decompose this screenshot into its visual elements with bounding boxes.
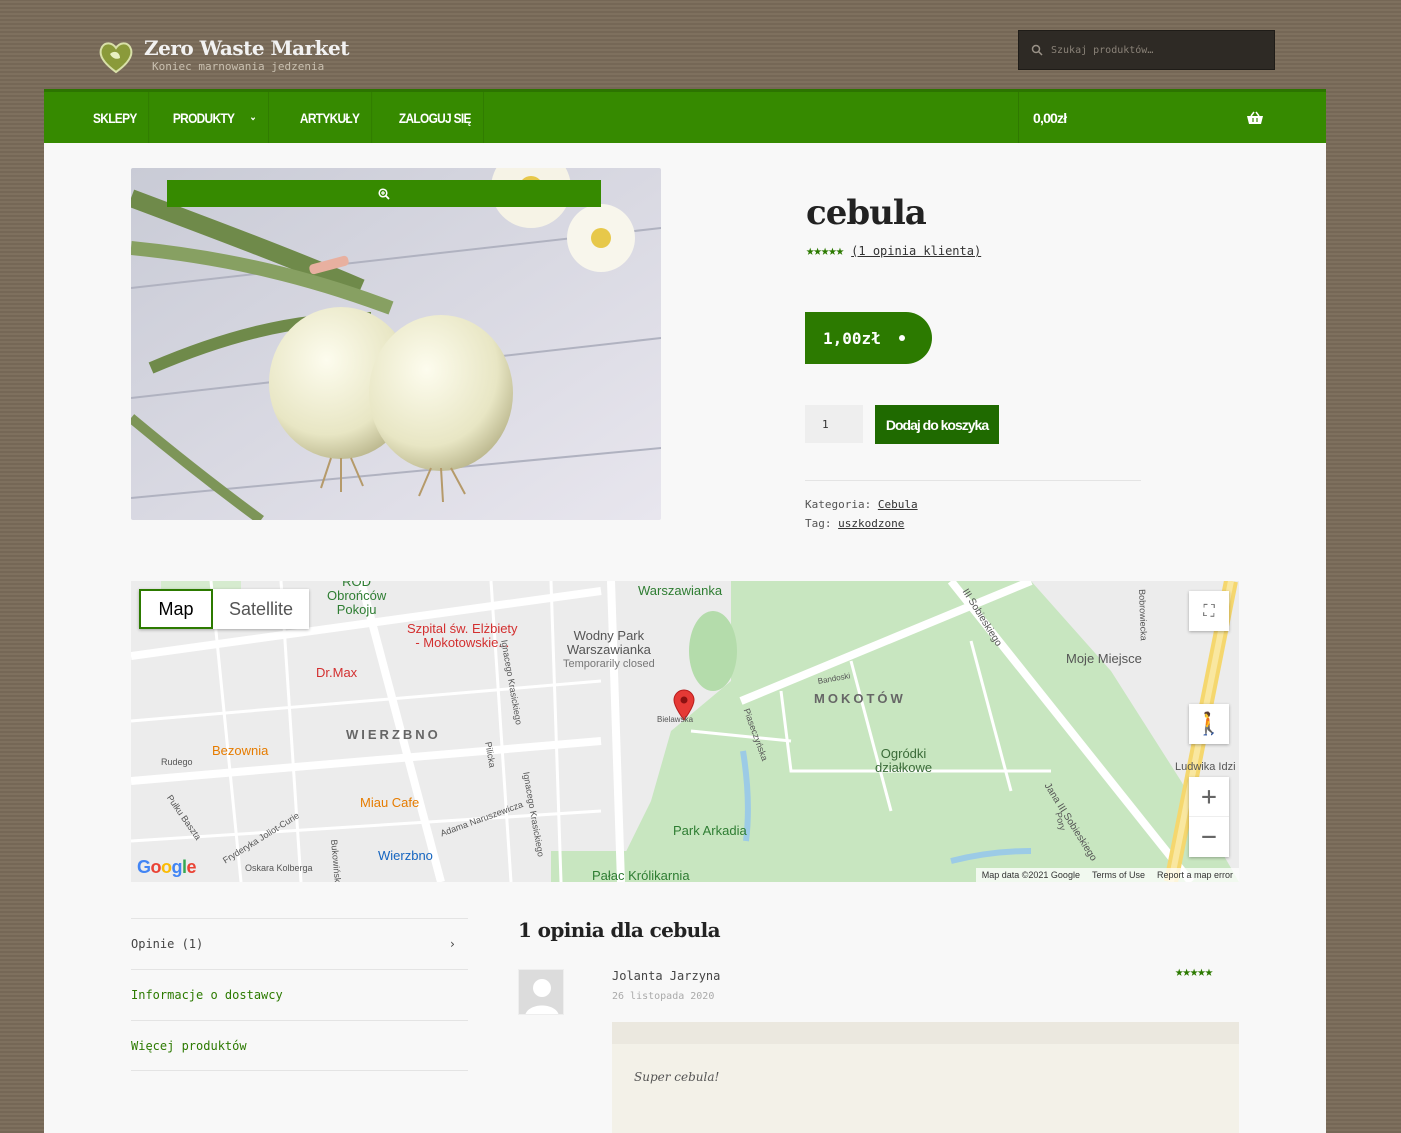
map-attribution: Map data ©2021 Google Terms of Use Repor…	[975, 868, 1239, 882]
site-logo[interactable]: Zero Waste Market Koniec marnowania jedz…	[96, 36, 350, 76]
basket-icon	[1247, 111, 1263, 124]
dot-icon	[898, 335, 905, 341]
product-title: cebula	[806, 193, 927, 233]
report-error-link[interactable]: Report a map error	[1157, 870, 1233, 880]
review-date: 26 listopada 2020	[612, 991, 715, 1002]
zoom-button[interactable]	[167, 180, 601, 207]
google-map[interactable]: Map Satellite ⛶ 🚶 + − Warszawianka ROD O…	[131, 581, 1239, 882]
content-panel: cebula ★★★★★ (1 opinia klienta) 1,00zł D…	[44, 143, 1326, 1133]
tab-more-products[interactable]: Więcej produktów	[131, 1020, 468, 1071]
heart-leaf-logo-icon	[99, 42, 133, 74]
map-label-miau: Miau Cafe	[360, 795, 420, 810]
terms-link[interactable]: Terms of Use	[1092, 870, 1145, 880]
map-label-rudego: Rudego	[161, 757, 193, 767]
main-nav: SKLEPY PRODUKTY ⌄ ARTYKUŁY ZALOGUJ SIĘ 0,…	[44, 89, 1326, 143]
map-label-arkadia: Park Arkadia	[673, 823, 747, 838]
map-label-bobrowiecka: Bobrowiecka	[1137, 589, 1149, 641]
nav-item-artykuly[interactable]: ARTYKUŁY	[288, 92, 372, 143]
zoom-in-icon	[378, 187, 390, 200]
map-type-satellite[interactable]: Satellite	[213, 589, 309, 629]
quantity-input[interactable]	[805, 405, 863, 443]
nav-item-produkty[interactable]: PRODUKTY ⌄	[161, 92, 269, 143]
google-logo: Google	[137, 857, 197, 877]
star-rating-icon: ★★★★★	[806, 243, 844, 259]
map-label-mokotow: MOKOTÓW	[814, 691, 906, 706]
map-label-palac: Pałac Królikarnia	[592, 868, 690, 882]
map-label-wierzbno-district: WIERZBNO	[346, 727, 441, 742]
map-type-toggle: Map Satellite	[139, 589, 310, 629]
product-price: 1,00zł	[823, 328, 881, 348]
category-link[interactable]: Cebula	[878, 498, 918, 511]
review-count-link[interactable]: (1 opinia klienta)	[851, 244, 981, 258]
map-label-wierzbno-stop: Wierzbno	[378, 848, 433, 863]
cart-total: 0,00zł	[1033, 109, 1067, 126]
product-tabs: Opinie (1) › Informacje o dostawcy Więce…	[131, 918, 468, 1071]
map-label-bielawska: Bielawska	[657, 715, 694, 724]
map-type-map[interactable]: Map	[139, 589, 213, 629]
zoom-controls: + −	[1189, 777, 1229, 857]
map-label-rod: ROD Obrońców Pokoju	[327, 581, 387, 617]
user-icon	[519, 970, 563, 1014]
tab-opinie[interactable]: Opinie (1) ›	[131, 918, 468, 969]
map-label-kolberga: Oskara Kolberga	[245, 863, 313, 873]
product-rating: ★★★★★ (1 opinia klienta)	[806, 243, 981, 259]
search-input[interactable]	[1051, 44, 1251, 56]
fullscreen-icon[interactable]: ⛶	[1189, 591, 1229, 631]
category-row: Kategoria: Cebula	[805, 498, 918, 511]
map-label-bezownia: Bezownia	[212, 743, 269, 758]
cart-link[interactable]: 0,00zł	[1018, 92, 1326, 143]
review-author: Jolanta Jarzyna	[612, 969, 721, 983]
site-tagline: Koniec marnowania jedzenia	[152, 60, 325, 73]
map-label-drmax: Dr.Max	[316, 665, 358, 680]
price-badge: 1,00zł	[805, 312, 932, 364]
map-label-moje-miejsce: Moje Miejsce	[1066, 651, 1142, 666]
avatar	[518, 969, 564, 1015]
tab-supplier-info[interactable]: Informacje o dostawcy	[131, 969, 468, 1020]
review-star-rating-icon: ★★★★★	[1175, 964, 1213, 980]
nav-item-sklepy[interactable]: SKLEPY	[82, 92, 150, 143]
tag-row: Tag: uszkodzone	[805, 517, 905, 530]
review-text: Super cebula!	[612, 1022, 1239, 1133]
chevron-down-icon: ⌄	[249, 112, 257, 123]
product-image[interactable]	[131, 168, 661, 520]
map-label-ogrodki: Ogródki działkowe	[875, 746, 933, 775]
map-label-ludwika: Ludwika Idzi	[1175, 761, 1236, 773]
map-label-wodny-park: Wodny Park Warszawianka Temporarily clos…	[563, 628, 655, 671]
search-icon	[1031, 44, 1043, 56]
zoom-out-icon[interactable]: −	[1189, 817, 1229, 857]
onion-photo	[131, 168, 661, 520]
search-box	[1018, 30, 1275, 70]
map-label-warszawianka: Warszawianka	[638, 583, 723, 598]
reviews-title: 1 opinia dla cebula	[518, 918, 721, 942]
chevron-right-icon: ›	[448, 937, 456, 951]
pegman-icon[interactable]: 🚶	[1189, 704, 1229, 744]
tag-link[interactable]: uszkodzone	[838, 517, 904, 530]
site-title: Zero Waste Market	[144, 36, 350, 60]
product-meta: Kategoria: Cebula Tag: uszkodzone	[805, 480, 1141, 533]
zoom-in-icon[interactable]: +	[1189, 777, 1229, 817]
add-to-cart-button[interactable]: Dodaj do koszyka	[875, 405, 999, 444]
nav-item-zaloguj[interactable]: ZALOGUJ SIĘ	[387, 92, 484, 143]
